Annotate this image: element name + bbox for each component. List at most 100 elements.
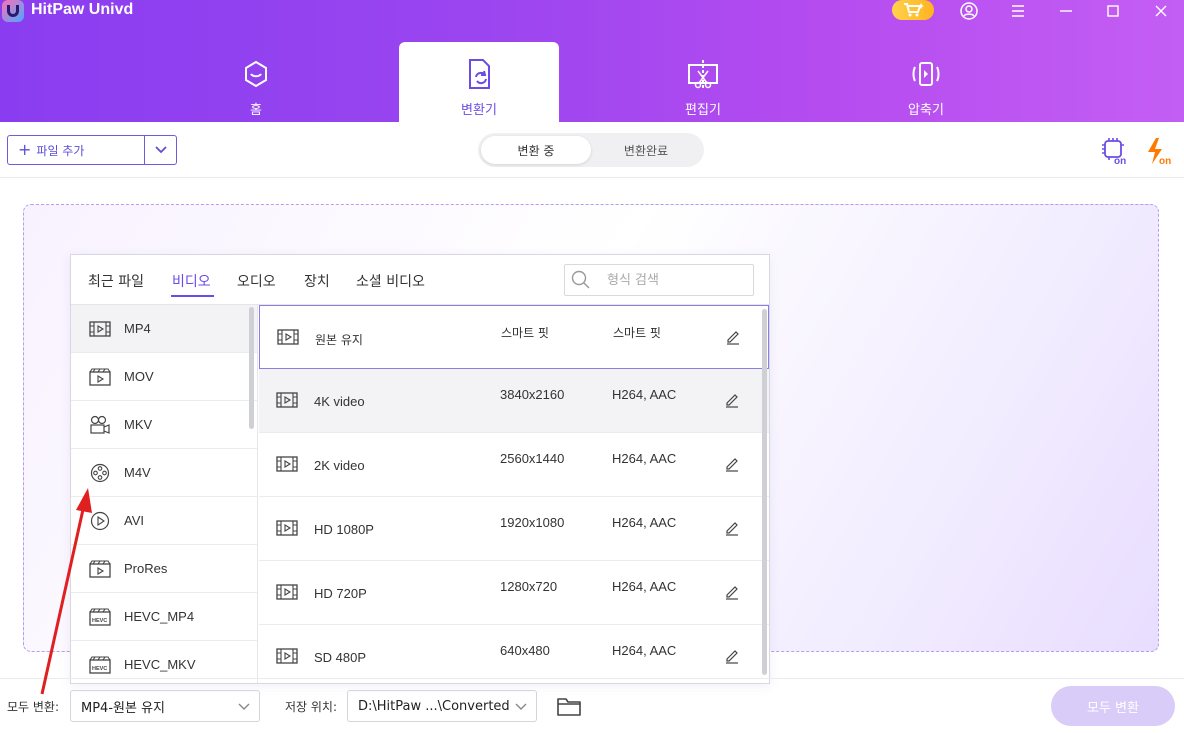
format-item-hevc-mp4[interactable]: HEVC HEVC_MP4 — [71, 593, 257, 641]
add-file-label: 파일 추가 — [36, 143, 85, 158]
preset-item[interactable]: HD 1080P 1920x1080 H264, AAC — [259, 497, 769, 561]
add-file-control: + 파일 추가 — [7, 135, 177, 165]
preset-item[interactable]: 2K video 2560x1440 H264, AAC — [259, 433, 769, 497]
cart-button[interactable] — [892, 0, 934, 20]
format-selector-popup: 최근 파일 비디오 오디오 장치 소셜 비디오 MP4 MOV MKV M4V — [70, 254, 770, 684]
film-icon — [276, 584, 298, 600]
clapper-video-icon — [89, 559, 111, 578]
edit-icon[interactable] — [725, 329, 741, 345]
minimize-button[interactable] — [1055, 0, 1077, 22]
lightning-boost-icon[interactable]: on — [1144, 136, 1174, 166]
toolbar-divider — [0, 177, 1184, 178]
format-item-mov[interactable]: MOV — [71, 353, 257, 401]
preset-codec: H264, AAC — [612, 387, 677, 402]
edit-icon[interactable] — [724, 648, 740, 664]
maximize-button[interactable] — [1102, 0, 1124, 22]
tab-editor[interactable]: 편집기 — [623, 42, 783, 122]
format-label: ProRes — [124, 561, 168, 576]
preset-item[interactable]: 원본 유지 스마트 핏 스마트 핏 — [259, 305, 769, 369]
format-search — [564, 264, 754, 296]
account-button[interactable] — [958, 0, 980, 22]
format-search-input[interactable] — [607, 272, 737, 288]
segment-converting[interactable]: 변환 중 — [481, 136, 591, 164]
format-item-mkv[interactable]: MKV — [71, 401, 257, 449]
tab-home[interactable]: 홈 — [176, 42, 336, 122]
film-icon — [276, 392, 298, 408]
preset-item[interactable]: 4K video 3840x2160 H264, AAC — [259, 369, 769, 433]
format-label: MOV — [124, 369, 154, 384]
user-icon — [960, 2, 978, 20]
tab-audio[interactable]: 오디오 — [237, 271, 276, 291]
add-file-dropdown[interactable] — [144, 136, 176, 164]
format-label: MP4 — [124, 321, 151, 336]
chevron-down-icon — [238, 703, 250, 710]
bottom-divider — [0, 678, 1184, 679]
edit-icon[interactable] — [724, 520, 740, 536]
tab-converter[interactable]: 변환기 — [399, 42, 559, 122]
film-icon — [89, 320, 111, 337]
format-item-prores[interactable]: ProRes — [71, 545, 257, 593]
menu-icon — [1012, 5, 1024, 17]
close-button[interactable] — [1150, 0, 1172, 22]
menu-button[interactable] — [1007, 0, 1029, 22]
search-icon — [571, 270, 590, 289]
editor-icon — [688, 60, 718, 89]
save-location-select[interactable]: D:\HitPaw ...\Converted — [347, 690, 537, 722]
converter-icon — [469, 59, 490, 89]
svg-text:HEVC: HEVC — [92, 618, 107, 624]
preset-resolution: 스마트 핏 — [501, 326, 549, 340]
preset-item[interactable]: SD 480P 640x480 H264, AAC — [259, 625, 769, 683]
home-icon — [245, 60, 267, 88]
hevc-icon: HEVC — [89, 655, 111, 674]
format-item-avi[interactable]: AVI — [71, 497, 257, 545]
preset-codec: 스마트 핏 — [613, 326, 661, 340]
format-category-tabs: 최근 파일 비디오 오디오 장치 소셜 비디오 — [71, 255, 769, 305]
clapper-video-icon — [89, 367, 111, 386]
chevron-down-icon — [154, 146, 167, 154]
tab-compressor-label: 압축기 — [908, 103, 944, 118]
preset-list-scrollbar[interactable] — [762, 309, 767, 675]
preset-codec: H264, AAC — [612, 451, 677, 466]
hardware-acceleration-icon[interactable]: on — [1100, 136, 1130, 166]
preset-resolution: 640x480 — [500, 643, 550, 658]
tab-compressor[interactable]: 압축기 — [846, 42, 1006, 122]
preset-codec: H264, AAC — [612, 579, 677, 594]
preset-codec: H264, AAC — [612, 515, 677, 530]
header-bar: HitPaw Univd 홈 변환기 편집기 압축기 — [0, 0, 1184, 122]
maximize-icon — [1107, 5, 1119, 17]
format-item-m4v[interactable]: M4V — [71, 449, 257, 497]
format-list-scrollbar[interactable] — [249, 307, 254, 429]
format-label: MKV — [124, 417, 153, 432]
film-icon — [276, 648, 298, 664]
tab-recent-files[interactable]: 최근 파일 — [88, 271, 144, 291]
tab-social-video[interactable]: 소셜 비디오 — [356, 271, 425, 291]
preset-resolution: 1280x720 — [500, 579, 558, 594]
format-item-mp4[interactable]: MP4 — [71, 305, 257, 353]
svg-text:on: on — [1114, 156, 1126, 166]
edit-icon[interactable] — [724, 392, 740, 408]
camera-icon — [90, 415, 110, 434]
edit-icon[interactable] — [724, 584, 740, 600]
play-circle-icon — [90, 511, 110, 530]
film-icon — [277, 329, 299, 345]
tab-device[interactable]: 장치 — [304, 271, 330, 291]
folder-icon[interactable] — [556, 694, 582, 718]
preset-resolution: 2560x1440 — [500, 451, 565, 466]
convert-all-button[interactable]: 모두 변환 — [1051, 686, 1175, 726]
preset-item[interactable]: HD 720P 1280x720 H264, AAC — [259, 561, 769, 625]
format-list: MP4 MOV MKV M4V AVI ProRes HEVC HEVC_MP4… — [71, 305, 258, 683]
tab-video[interactable]: 비디오 — [172, 271, 211, 291]
film-icon — [276, 456, 298, 472]
status-segmented-control: 변환 중 변환완료 — [478, 133, 704, 167]
preset-resolution: 1920x1080 — [500, 515, 565, 530]
convert-all-format-select[interactable]: MP4-원본 유지 — [70, 690, 260, 722]
preset-name: HD 720P — [314, 586, 367, 601]
add-file-button[interactable]: + 파일 추가 — [8, 136, 144, 164]
preset-name: 4K video — [314, 394, 365, 409]
preset-resolution: 3840x2160 — [500, 387, 565, 402]
tab-home-label: 홈 — [250, 103, 262, 118]
preset-name: SD 480P — [314, 650, 367, 665]
edit-icon[interactable] — [724, 456, 740, 472]
film-icon — [276, 520, 298, 536]
segment-converted[interactable]: 변환완료 — [591, 136, 701, 164]
